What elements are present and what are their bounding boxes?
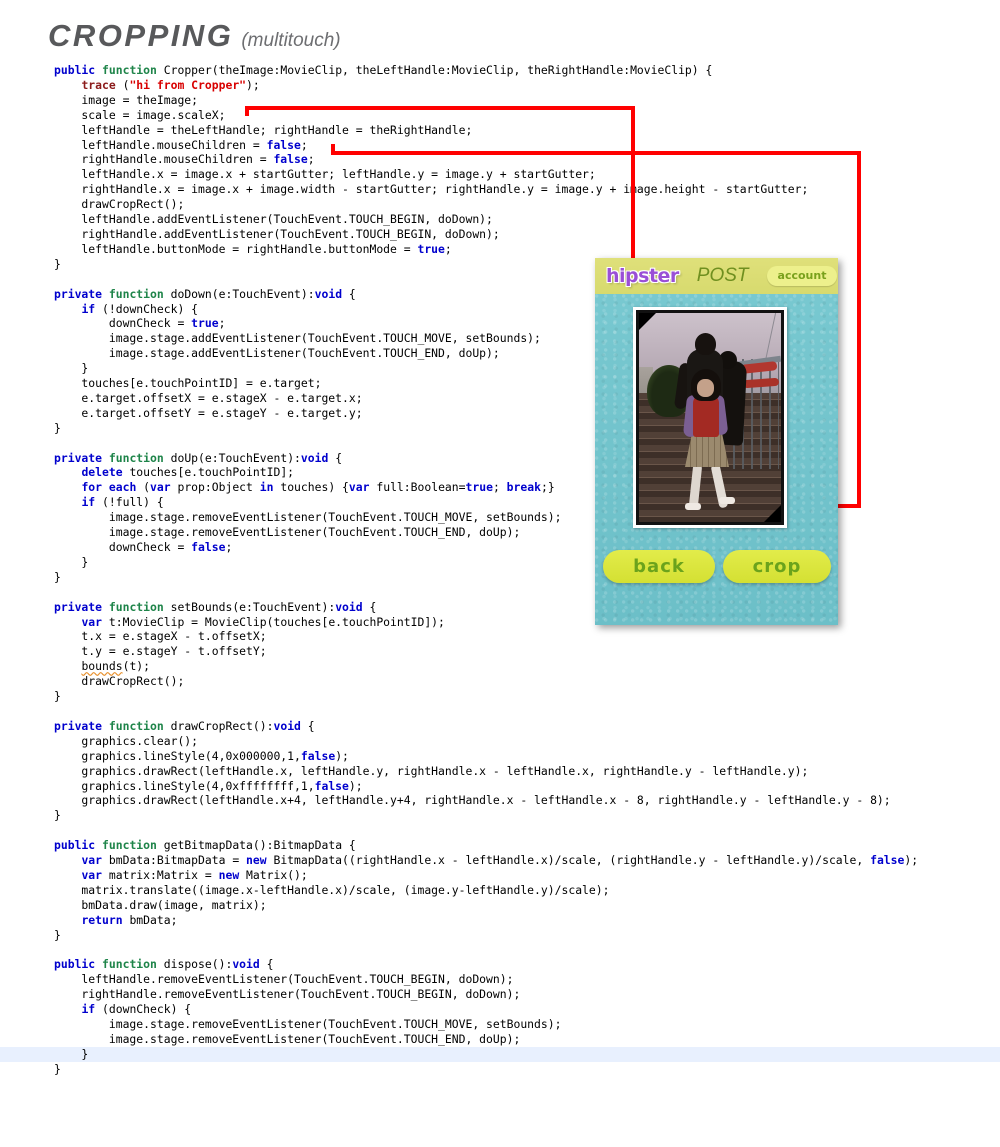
code-line: graphics.lineStyle(4,0xffffffff,1,false)… [54, 778, 363, 793]
code-line: matrix.translate((image.x-leftHandle.x)/… [54, 882, 610, 897]
code-line: image.stage.addEventListener(TouchEvent.… [54, 331, 541, 346]
code-line: if (!downCheck) { [81, 301, 199, 316]
tab-post[interactable]: POST [697, 265, 749, 287]
code-line: leftHandle.buttonMode = rightHandle.butt… [54, 241, 452, 256]
code-line: leftHandle.addEventListener(TouchEvent.T… [54, 212, 493, 227]
code-line: bmData.draw(image, matrix); [54, 897, 267, 912]
photo-canvas[interactable] [633, 307, 787, 528]
page-title-subtitle: (multitouch) [241, 30, 341, 51]
code-line: e.target.offsetY = e.stageY - e.target.y… [54, 405, 363, 420]
code-line: private function doDown(e:TouchEvent):vo… [54, 286, 356, 301]
app-logo: hipster [606, 265, 679, 287]
code-line: delete touches[e.touchPointID]; [81, 465, 295, 480]
code-line: rightHandle.x = image.x + image.width - … [54, 182, 809, 197]
connector-segment-horizontal [331, 151, 861, 155]
code-line: private function setBounds(e:TouchEvent)… [54, 599, 377, 614]
connector-segment-stub [331, 144, 335, 155]
crop-handle-bottom-right-icon[interactable] [764, 505, 781, 522]
code-line: graphics.drawRect(leftHandle.x+4, leftHa… [54, 793, 891, 808]
code-line: touches[e.touchPointID] = e.target; [54, 376, 322, 391]
connector-segment-horizontal [245, 106, 635, 110]
code-line: } [0, 1046, 1000, 1062]
code-line: private function drawCropRect():void { [54, 718, 315, 733]
code-line: } [54, 1061, 61, 1076]
code-line: leftHandle = theLeftHandle; rightHandle … [54, 122, 473, 137]
connector-segment-stub [245, 106, 249, 116]
code-line: drawCropRect(); [54, 197, 185, 212]
page-title-main: CROPPING [48, 18, 234, 53]
code-line: } [54, 808, 61, 823]
code-line: image.stage.addEventListener(TouchEvent.… [54, 346, 500, 361]
code-line: image.stage.removeEventListener(TouchEve… [54, 1017, 562, 1031]
code-line: image.stage.removeEventListener(TouchEve… [54, 525, 521, 540]
code-line: drawCropRect(); [54, 674, 185, 689]
code-line: } [54, 361, 89, 376]
code-line: return bmData; [81, 912, 178, 927]
code-line: public function Cropper(theImage:MovieCl… [54, 63, 713, 77]
code-line: t.x = e.stageX - t.offsetX; [54, 629, 267, 644]
code-line: public function dispose():void { [54, 957, 274, 972]
code-line: } [54, 420, 61, 435]
code-line: } [54, 569, 61, 584]
code-line: rightHandle.addEventListener(TouchEvent.… [54, 226, 500, 241]
code-line: leftHandle.x = image.x + startGutter; le… [54, 167, 596, 182]
crop-rectangle [633, 307, 787, 528]
code-line: var bmData:BitmapData = new BitmapData((… [81, 853, 919, 868]
code-line: for each (var prop:Object in touches) {v… [81, 480, 555, 495]
code-line: var matrix:Matrix = new Matrix(); [81, 867, 308, 882]
code-line: downCheck = true; [54, 316, 226, 331]
code-line: graphics.clear(); [54, 733, 199, 748]
code-line: public function getBitmapData():BitmapDa… [54, 838, 356, 853]
code-line: trace ("hi from Cropper"); [81, 77, 260, 92]
code-line: e.target.offsetX = e.stageX - e.target.x… [54, 390, 363, 405]
code-line: } [54, 927, 61, 942]
back-button[interactable]: back [603, 550, 715, 583]
crop-button[interactable]: crop [723, 550, 831, 583]
code-line: graphics.drawRect(leftHandle.x, leftHand… [54, 763, 809, 778]
code-line: if (downCheck) { [81, 1002, 192, 1017]
code-line: } [54, 689, 61, 704]
account-button[interactable]: account [766, 266, 838, 286]
crop-handle-top-left-icon[interactable] [639, 313, 656, 330]
code-listing[interactable]: public function Cropper(theImage:MovieCl… [0, 63, 1000, 1077]
code-line: downCheck = false; [54, 540, 233, 554]
connector-segment-vertical [857, 151, 861, 508]
code-line: t.y = e.stageY - t.offsetY; [54, 644, 267, 659]
app-mockup: hipster POST account back crop [595, 258, 838, 625]
page-title: CROPPING (multitouch) [48, 18, 341, 54]
code-line: image.stage.removeEventListener(TouchEve… [54, 510, 562, 525]
code-line: } [54, 554, 89, 569]
code-line: } [54, 256, 61, 271]
code-line: bounds(t); [81, 659, 151, 674]
code-line: rightHandle.removeEventListener(TouchEve… [54, 987, 521, 1002]
code-line: image.stage.removeEventListener(TouchEve… [54, 1031, 521, 1046]
code-line: var t:MovieClip = MovieClip(touches[e.to… [81, 614, 445, 629]
app-header-bar: hipster POST account [595, 258, 838, 294]
code-line: private function doUp(e:TouchEvent):void… [54, 450, 343, 465]
code-line: graphics.lineStyle(4,0x000000,1,false); [54, 748, 349, 763]
code-line: leftHandle.removeEventListener(TouchEven… [54, 972, 514, 987]
